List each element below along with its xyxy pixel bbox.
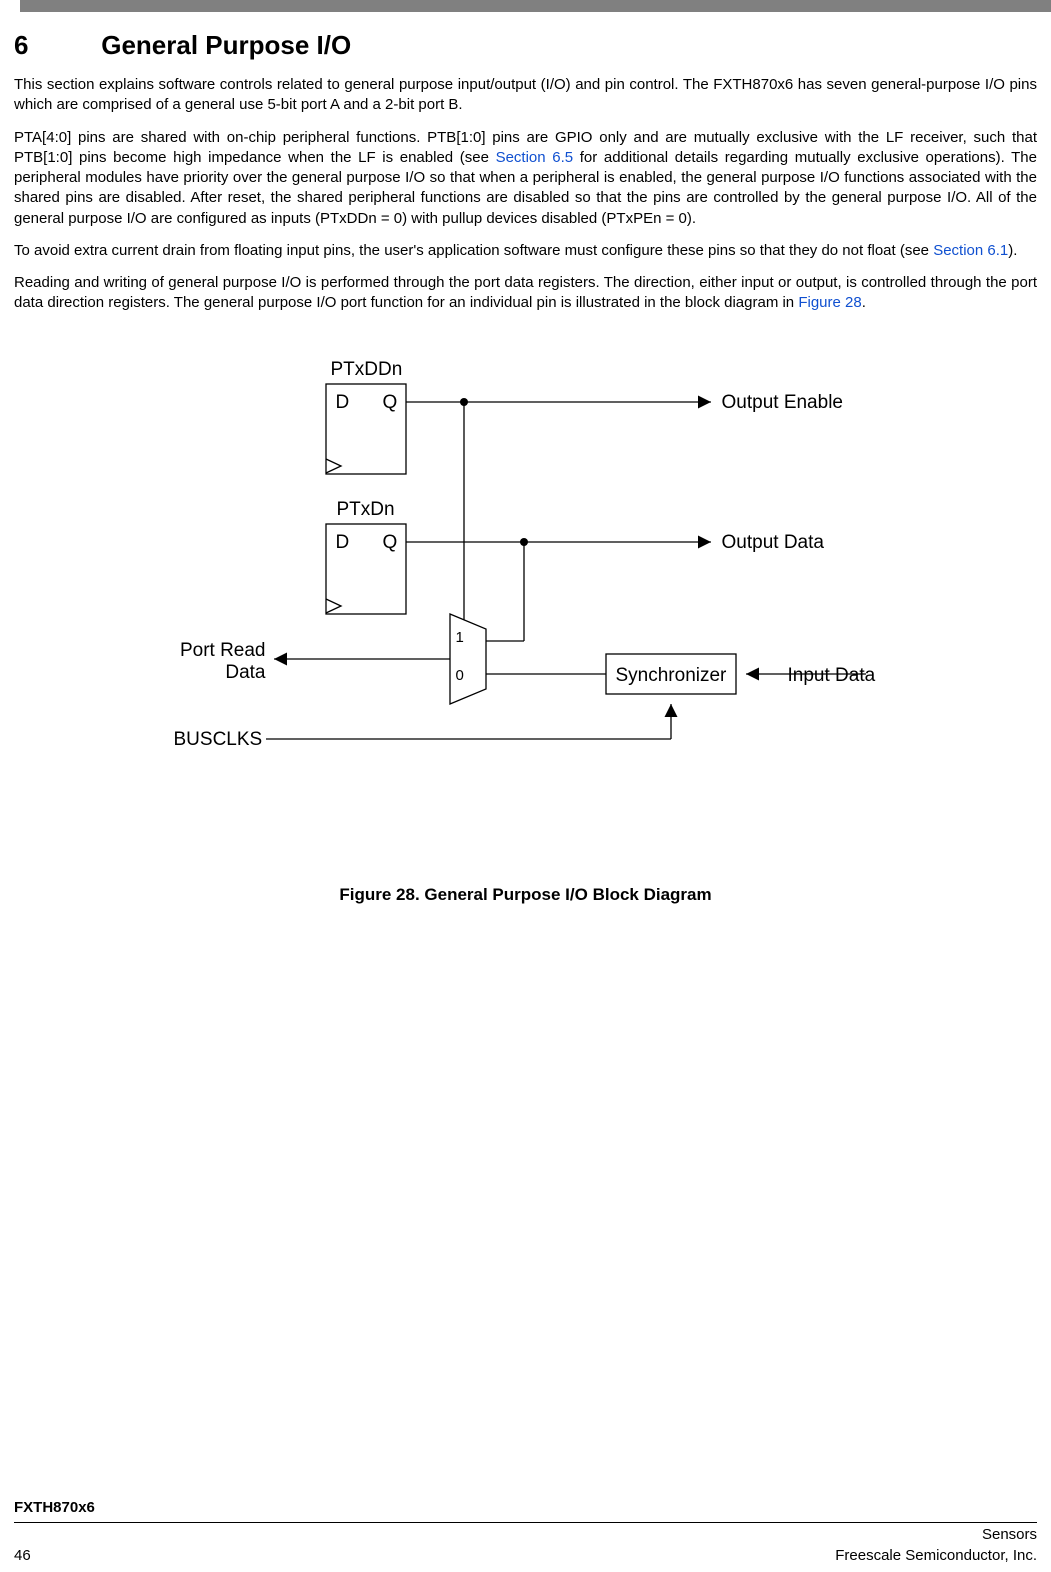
- para4-text-b: .: [862, 294, 866, 311]
- label-output-enable: Output Enable: [722, 390, 843, 416]
- paragraph-2: PTA[4:0] pins are shared with on-chip pe…: [14, 128, 1037, 229]
- label-input-data: Input Data: [788, 663, 876, 689]
- label-d-2: D: [336, 530, 350, 556]
- xref-section-6-5[interactable]: Section 6.5: [496, 149, 574, 166]
- label-synchronizer: Synchronizer: [616, 663, 727, 689]
- block-diagram: PTxDDn D Q PTxDn D Q Output Enable Outpu…: [166, 354, 886, 854]
- label-ptxddn: PTxDDn: [331, 357, 403, 383]
- section-number: 6: [14, 28, 94, 63]
- footer-right-2: Freescale Semiconductor, Inc.: [835, 1546, 1037, 1566]
- label-data: Data: [176, 660, 266, 686]
- page-footer: FXTH870x6 Sensors 46 Freescale Semicondu…: [0, 1498, 1051, 1566]
- paragraph-3: To avoid extra current drain from floati…: [14, 241, 1037, 261]
- section-heading: 6 General Purpose I/O: [14, 28, 1037, 63]
- xref-section-6-1[interactable]: Section 6.1: [933, 242, 1008, 259]
- footer-rule: [14, 1522, 1037, 1523]
- figure-caption: Figure 28. General Purpose I/O Block Dia…: [14, 884, 1037, 907]
- para3-text-b: ).: [1008, 242, 1017, 259]
- paragraph-1: This section explains software controls …: [14, 75, 1037, 116]
- label-q-1: Q: [383, 390, 398, 416]
- diagram-svg: [166, 354, 886, 814]
- label-q-2: Q: [383, 530, 398, 556]
- footer-right-1: Sensors: [982, 1525, 1037, 1545]
- para3-text-a: To avoid extra current drain from floati…: [14, 242, 933, 259]
- xref-figure-28[interactable]: Figure 28: [798, 294, 861, 311]
- label-busclks: BUSCLKS: [174, 727, 263, 753]
- footer-page-number: 46: [14, 1546, 31, 1566]
- section-title: General Purpose I/O: [101, 30, 351, 60]
- label-mux-0: 0: [456, 666, 464, 686]
- label-ptxdn: PTxDn: [337, 497, 395, 523]
- label-mux-1: 1: [456, 628, 464, 648]
- footer-part-number: FXTH870x6: [0, 1498, 1051, 1520]
- page-header-bar: [20, 0, 1051, 12]
- label-output-data: Output Data: [722, 530, 824, 556]
- para4-text-a: Reading and writing of general purpose I…: [14, 274, 1037, 311]
- paragraph-4: Reading and writing of general purpose I…: [14, 273, 1037, 314]
- label-d-1: D: [336, 390, 350, 416]
